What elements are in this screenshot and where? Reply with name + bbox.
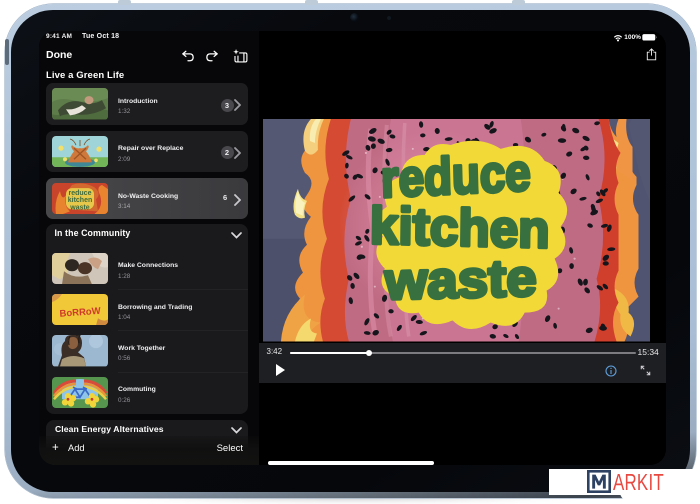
svg-text:waste: waste — [383, 249, 537, 311]
svg-text:kitchen: kitchen — [67, 197, 91, 204]
svg-text:reduce: reduce — [68, 190, 91, 197]
svg-text:waste: waste — [69, 204, 90, 211]
